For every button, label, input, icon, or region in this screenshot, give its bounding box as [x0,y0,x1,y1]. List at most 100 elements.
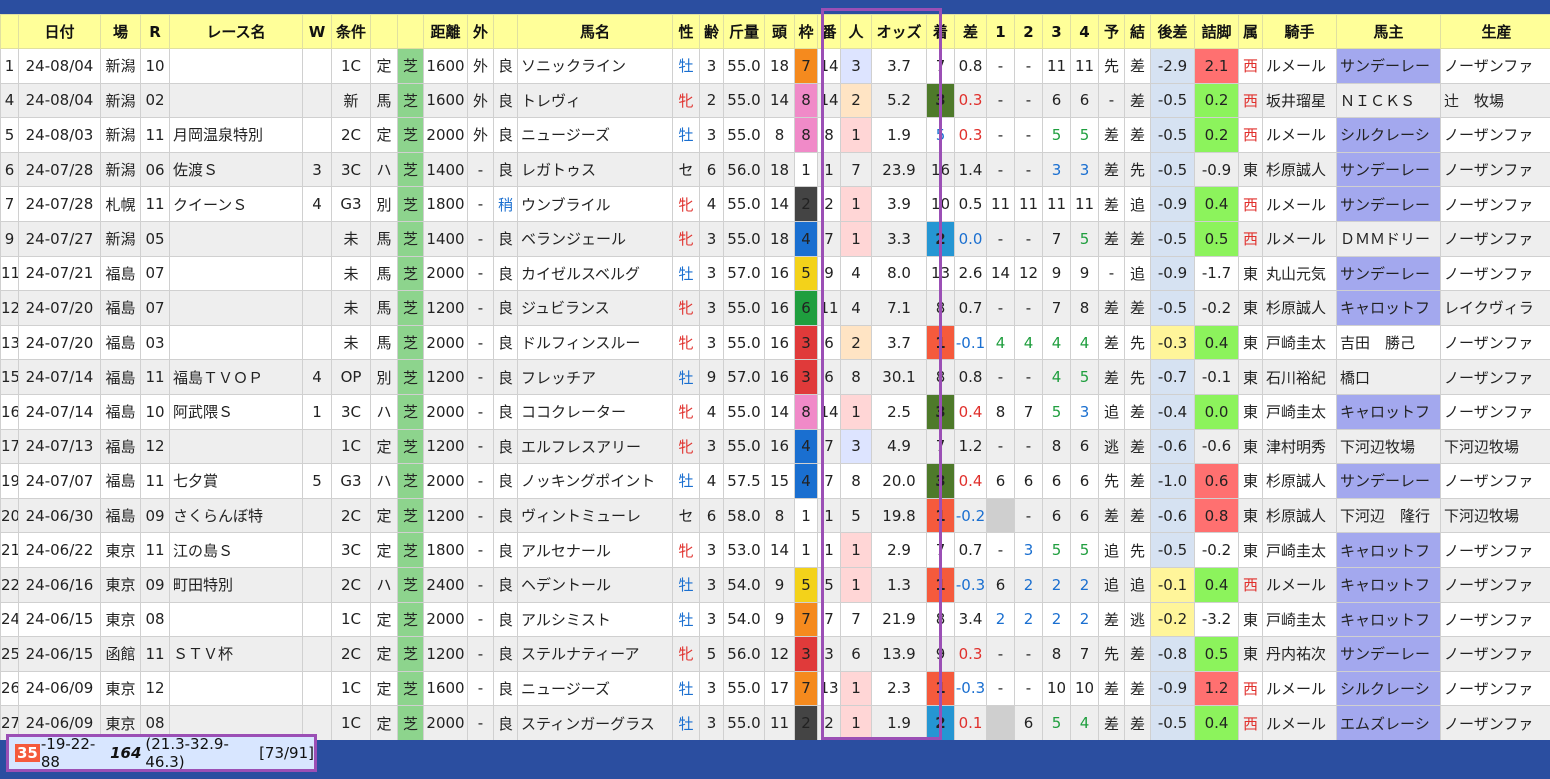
col-header-18[interactable]: 番 [817,14,841,49]
horse-name-link[interactable]: スティンガーグラス [517,705,673,741]
col-header-17[interactable]: 枠 [794,14,818,49]
col-header-26[interactable]: 4 [1070,14,1099,49]
table-row[interactable]: 21 24-06/22 東京 11 江の島Ｓ 3C 定芝 1800- 良アルセナール牝 3 53.0… [0,532,1550,568]
col-header-27[interactable]: 予 [1098,14,1125,49]
race-date-link[interactable]: 24-08/03 [18,117,101,153]
horse-name-link[interactable]: アルセナール [517,532,673,568]
col-header-28[interactable]: 結 [1124,14,1151,49]
col-header-5[interactable]: W [302,14,332,49]
horse-name-link[interactable]: カイゼルスベルグ [517,255,673,292]
col-header-20[interactable]: オッズ [871,14,927,49]
col-header-7[interactable] [370,14,398,49]
col-header-15[interactable]: 斤量 [723,14,765,49]
table-row[interactable]: 26 24-06/09 東京 12 1C 定芝 1600- 良ニュージーズ牡 3 55.0 17 7 1… [0,670,1550,707]
table-row[interactable]: 4 24-08/04 新潟 02 新馬芝 1600 外良トレヴィ牝 2 55.0 14 8 14 2 5.… [0,82,1550,119]
horse-name-link[interactable]: ベランジェール [517,220,673,257]
horse-name-link[interactable]: ジュビランス [517,290,673,326]
race-date-link[interactable]: 24-06/30 [18,497,101,534]
col-header-9[interactable]: 距離 [423,14,468,49]
horse-name-link[interactable]: ウンブライル [517,186,673,222]
race-date-link[interactable]: 24-07/14 [18,359,101,395]
col-header-1[interactable]: 日付 [18,14,101,49]
col-header-10[interactable]: 外 [467,14,494,49]
race-date-link[interactable]: 24-07/27 [18,220,101,257]
race-date-link[interactable]: 24-07/07 [18,463,101,499]
sex: 牝 [672,82,700,119]
table-row[interactable]: 22 24-06/16 東京 09 町田特別 2C ハ芝 2400- 良ヘデントール牡 3 54.0… [0,566,1550,603]
race-date-link[interactable]: 24-07/13 [18,428,101,465]
table-row[interactable]: 19 24-07/07 福島 11 七夕賞 5 G3 ハ芝 2000- 良ノッキングポイント牡 4 5… [0,463,1550,499]
race-date-link[interactable]: 24-06/15 [18,601,101,638]
going: 良 [493,393,518,430]
col-header-25[interactable]: 3 [1042,14,1071,49]
table-row[interactable]: 16 24-07/14 福島 10 阿武隈Ｓ 1 3C ハ芝 2000- 良ココクレーター牝 4 55… [0,393,1550,430]
col-header-19[interactable]: 人 [840,14,872,49]
race-date-link[interactable]: 24-07/28 [18,151,101,188]
horse-name-link[interactable]: アルシミスト [517,601,673,638]
table-row[interactable]: 13 24-07/20 福島 03 未馬芝 2000- 良ドルフィンスルー牝 3 55.0 16 3… [0,324,1550,361]
race-date-link[interactable]: 24-07/14 [18,393,101,430]
race-date-link[interactable]: 24-08/04 [18,82,101,119]
col-header-12[interactable]: 馬名 [517,14,673,49]
table-row[interactable]: 20 24-06/30 福島 09 さくらんぼ特 2C 定芝 1200- 良ヴィントミューレセ 6… [0,497,1550,534]
venue: 新潟 [100,220,141,257]
col-header-4[interactable]: レース名 [169,14,303,49]
horse-name-link[interactable]: トレヴィ [517,82,673,119]
race-date-link[interactable]: 24-08/04 [18,48,101,84]
col-header-11[interactable] [493,14,518,49]
race-date-link[interactable]: 24-06/16 [18,566,101,603]
col-header-3[interactable]: R [140,14,170,49]
table-row[interactable]: 7 24-07/28 札幌 11 クイーンＳ 4 G3 別芝 1800- 稍ウンブライル牝 4 55.… [0,186,1550,222]
horse-name-link[interactable]: ヴィントミューレ [517,497,673,534]
horse-name-link[interactable]: ニュージーズ [517,117,673,153]
race-date-link[interactable]: 24-06/15 [18,636,101,672]
horse-name-link[interactable]: エルフレスアリー [517,428,673,465]
col-header-29[interactable]: 後差 [1150,14,1195,49]
col-header-30[interactable]: 詰脚 [1194,14,1239,49]
race-date-link[interactable]: 24-07/20 [18,324,101,361]
table-row[interactable]: 9 24-07/27 新潟 05 未馬芝 1400- 良ベランジェール牝 3 55.0 18 4 7 1… [0,220,1550,257]
col-header-33[interactable]: 馬主 [1336,14,1441,49]
col-header-21[interactable]: 着 [926,14,955,49]
col-header-24[interactable]: 2 [1014,14,1043,49]
col-header-8[interactable] [397,14,424,49]
horse-name-link[interactable]: ニュージーズ [517,670,673,707]
race-date-link[interactable]: 24-06/09 [18,670,101,707]
horse-name-link[interactable]: レガトゥス [517,151,673,188]
table-row[interactable]: 5 24-08/03 新潟 11 月岡温泉特別 2C 定芝 2000 外良ニュージーズ牡 3 55.… [0,117,1550,153]
surface: 芝 [397,705,424,741]
outer-course: 外 [467,82,494,119]
table-row[interactable]: 24 24-06/15 東京 08 1C 定芝 2000- 良アルシミスト牡 3 54.0 9 7 7 7… [0,601,1550,638]
table-row[interactable]: 11 24-07/21 福島 07 未馬芝 2000- 良カイゼルスベルグ牡 3 57.0 16 5… [0,255,1550,292]
table-row[interactable]: 6 24-07/28 新潟 06 佐渡Ｓ 3 3C ハ芝 1400- 良レガトゥスセ 6 56.0 18… [0,151,1550,188]
col-header-34[interactable]: 生産 [1440,14,1550,49]
col-header-16[interactable]: 頭 [764,14,795,49]
col-header-13[interactable]: 性 [672,14,700,49]
table-row[interactable]: 25 24-06/15 函館 11 ＳＴＶ杯 2C 定芝 1200- 良ステルナティーア牝 5 56… [0,636,1550,672]
horse-name-link[interactable]: ノッキングポイント [517,463,673,499]
col-header-32[interactable]: 騎手 [1262,14,1337,49]
col-header-0[interactable] [0,14,19,49]
horse-name-link[interactable]: ステルナティーア [517,636,673,672]
horse-name-link[interactable]: ヘデントール [517,566,673,603]
margin: -0.3 [954,670,987,707]
race-date-link[interactable]: 24-06/22 [18,532,101,568]
col-header-14[interactable]: 齢 [699,14,724,49]
horse-name-link[interactable]: フレッチア [517,359,673,395]
race-date-link[interactable]: 24-07/28 [18,186,101,222]
col-header-6[interactable]: 条件 [331,14,371,49]
table-row[interactable]: 15 24-07/14 福島 11 福島ＴＶＯＰ 4 OP 別芝 1200- 良フレッチア牡 9 57… [0,359,1550,395]
table-row[interactable]: 1 24-08/04 新潟 10 1C 定芝 1600 外良ソニックライン牡 3 55.0 18 7 1… [0,48,1550,84]
col-header-31[interactable]: 属 [1238,14,1263,49]
table-row[interactable]: 17 24-07/13 福島 12 1C 定芝 1200- 良エルフレスアリー牝 3 55.0 16… [0,428,1550,465]
col-header-2[interactable]: 場 [100,14,141,49]
horse-name-link[interactable]: ドルフィンスルー [517,324,673,361]
horse-name-link[interactable]: ココクレーター [517,393,673,430]
race-date-link[interactable]: 24-07/21 [18,255,101,292]
condition: ハ [370,566,398,603]
horse-name-link[interactable]: ソニックライン [517,48,673,84]
race-date-link[interactable]: 24-07/20 [18,290,101,326]
table-row[interactable]: 12 24-07/20 福島 07 未馬芝 1200- 良ジュビランス牝 3 55.0 16 6 11… [0,290,1550,326]
col-header-23[interactable]: 1 [986,14,1015,49]
col-header-22[interactable]: 差 [954,14,987,49]
